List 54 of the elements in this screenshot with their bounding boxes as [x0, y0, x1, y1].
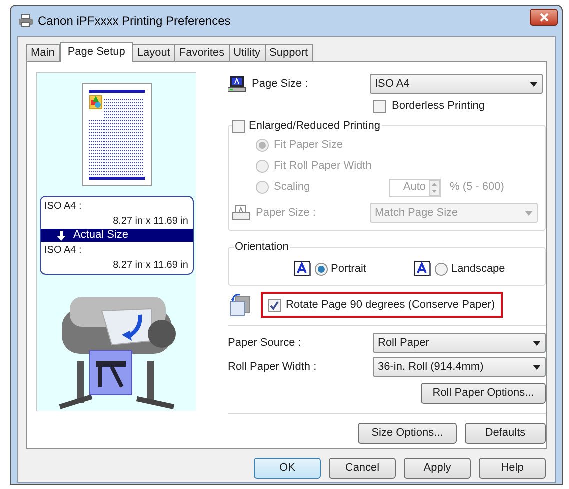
- spinner-arrows-icon: [429, 180, 440, 196]
- checkbox-label: Rotate Page 90 degrees (Conserve Paper): [286, 298, 496, 313]
- radio-label: Fit Roll Paper Width: [274, 159, 373, 174]
- scaling-mode: Actual Size: [74, 228, 129, 244]
- dialog-button[interactable]: Cancel: [329, 458, 396, 479]
- dropdown-arrow-icon: [525, 210, 533, 216]
- paper-source-dropdown[interactable]: Roll Paper: [373, 333, 546, 353]
- radio-label: Fit Paper Size: [274, 138, 344, 154]
- roll-width-dropdown[interactable]: 36-in. Roll (914.4mm): [373, 357, 546, 377]
- paper-dimensions: 8.27 in x 11.69 in: [113, 215, 190, 229]
- roll-paper-options-button[interactable]: Roll Paper Options...: [421, 383, 546, 404]
- dropdown-arrow-icon: [530, 82, 538, 86]
- checkbox-label: Enlarged/Reduced Printing: [249, 119, 380, 134]
- dropdown-arrow-icon: [533, 340, 541, 346]
- check-icon: [270, 300, 279, 310]
- radio-button[interactable]: [435, 262, 448, 276]
- paper-size-name: ISO A4 :: [44, 244, 83, 258]
- radio-label: Portrait: [331, 262, 366, 277]
- close-button[interactable]: [530, 8, 558, 26]
- tab[interactable]: Support: [264, 44, 314, 61]
- tab[interactable]: Page Setup: [60, 42, 134, 62]
- down-arrow-icon: [56, 230, 66, 240]
- page-size-dropdown[interactable]: ISO A4: [370, 74, 543, 94]
- scaling-range: % (5 - 600): [450, 180, 504, 196]
- dropdown-arrow-icon: [533, 364, 541, 370]
- printer-icon: [18, 14, 34, 28]
- field-label: Paper Size :: [256, 206, 316, 221]
- checkbox[interactable]: [268, 298, 281, 312]
- field-label: Roll Paper Width :: [228, 360, 318, 375]
- close-icon: [540, 12, 548, 22]
- tab[interactable]: Utility: [228, 44, 266, 61]
- paper-dimensions: 8.27 in x 11.69 in: [113, 259, 190, 273]
- checkbox[interactable]: [373, 100, 386, 112]
- dialog-button[interactable]: Apply: [404, 458, 471, 479]
- dialog-button[interactable]: Help: [479, 458, 546, 479]
- dialog-button[interactable]: OK: [254, 458, 321, 479]
- monitor-icon: [228, 75, 246, 93]
- paper-size-name: ISO A4 :: [44, 200, 83, 214]
- tab[interactable]: Main: [26, 44, 60, 61]
- tab[interactable]: Favorites: [174, 44, 230, 61]
- field-label: Page Size :: [252, 76, 308, 92]
- radio-button[interactable]: [315, 262, 328, 276]
- page-icon: [414, 261, 432, 278]
- tab[interactable]: Layout: [132, 44, 176, 61]
- field-label: Paper Source :: [228, 336, 302, 351]
- radio-label: Scaling: [274, 180, 312, 196]
- rotate-pages-icon: [230, 293, 252, 317]
- defaults-button[interactable]: Defaults: [465, 423, 546, 444]
- radio-label: Landscape: [451, 262, 506, 277]
- checkbox-label: Borderless Printing: [392, 98, 485, 114]
- window-title: Canon iPFxxxx Printing Preferences: [38, 13, 231, 30]
- paper-tray-icon: [232, 205, 250, 221]
- page-icon: [294, 261, 312, 278]
- size-options-button[interactable]: Size Options...: [358, 423, 457, 444]
